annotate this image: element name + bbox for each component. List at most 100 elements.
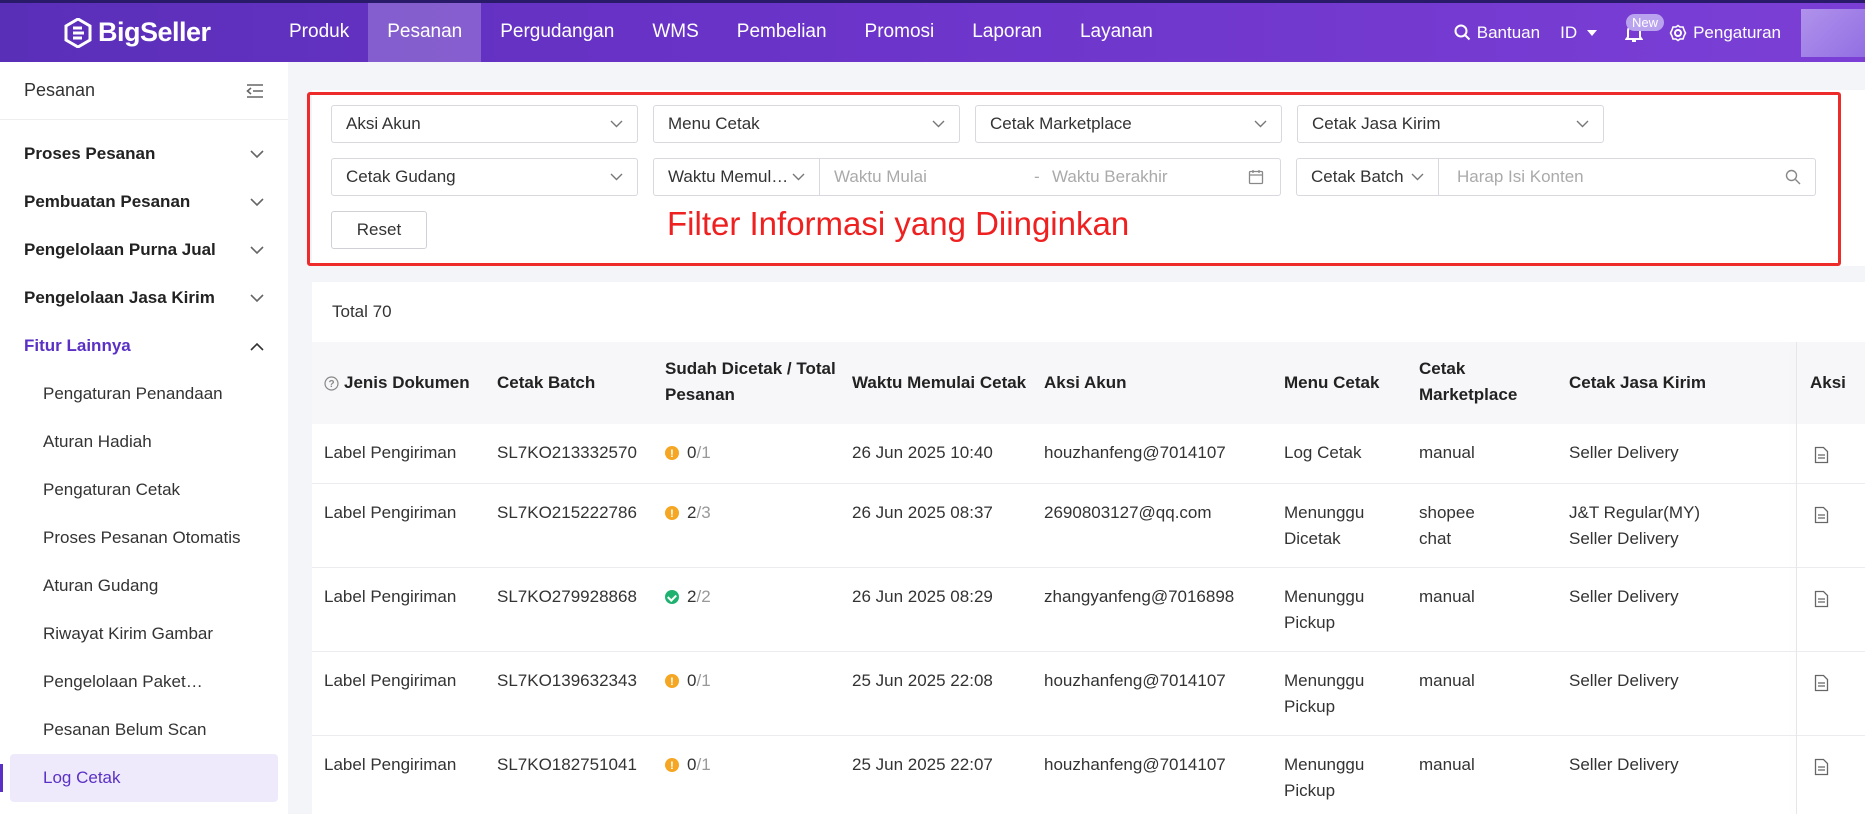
cell-akun: zhangyanfeng@7016898	[1044, 587, 1235, 606]
sidebar-item-pesanan-belum-scan[interactable]: Pesanan Belum Scan	[0, 706, 288, 754]
annotation-text: Filter Informasi yang Diinginkan	[667, 205, 1130, 242]
total-count-cell: /1	[696, 443, 711, 462]
help-circle-icon[interactable]: ?	[324, 375, 339, 391]
warning-status-icon	[665, 441, 679, 467]
th-label: Jenis Dokumen	[344, 373, 470, 392]
nav-promosi[interactable]: Promosi	[846, 3, 954, 62]
sidebar-title: Pesanan	[24, 80, 96, 100]
sidebar: Pesanan Proses Pesanan Pembuatan Pesanan…	[0, 62, 288, 814]
cell-line: Pickup	[1284, 697, 1336, 716]
nav-pembelian[interactable]: Pembelian	[718, 3, 846, 62]
th-sudah-dicetak: Sudah Dicetak / Total Pesanan	[665, 356, 836, 408]
sidebar-group-pembuatan-pesanan[interactable]: Pembuatan Pesanan	[0, 178, 288, 226]
cell-line: chat	[1419, 529, 1452, 548]
sidebar-item-pengaturan-cetak[interactable]: Pengaturan Cetak	[0, 466, 288, 514]
nav-produk[interactable]: Produk	[270, 3, 368, 62]
document-icon[interactable]	[1814, 674, 1829, 692]
nav-pesanan[interactable]: Pesanan	[368, 3, 482, 62]
cell-doc: Label Pengiriman	[324, 503, 457, 522]
total-count-cell: /1	[696, 755, 711, 774]
cell-menu: Menunggu Pickup	[1284, 584, 1364, 636]
cell-printed: 0/1	[665, 440, 711, 467]
cell-batch[interactable]: SL7KO215222786	[497, 500, 637, 526]
sidebar-group-purna-jual[interactable]: Pengelolaan Purna Jual	[0, 226, 288, 274]
cell-doc: Label Pengiriman	[324, 443, 457, 462]
nav-layanan[interactable]: Layanan	[1061, 3, 1172, 62]
brand-logo[interactable]: BigSeller	[64, 17, 211, 48]
avatar[interactable]	[1801, 8, 1865, 57]
settings-link[interactable]: Pengaturan	[1669, 23, 1781, 43]
cell-time: 25 Jun 2025 22:07	[852, 755, 993, 774]
total-count: Total 70	[332, 302, 392, 321]
cell-market: manual	[1419, 755, 1475, 774]
sidebar-item-pengelolaan-paket[interactable]: Pengelolaan Paket…	[0, 658, 288, 706]
sticky-column-divider	[1796, 342, 1797, 814]
cell-market: shopee chat	[1419, 500, 1475, 552]
help-label: Bantuan	[1476, 22, 1541, 42]
cell-batch[interactable]: SL7KO182751041	[497, 752, 637, 778]
cell-line: Menunggu	[1284, 587, 1365, 606]
cell-akun: houzhanfeng@7014107	[1044, 443, 1226, 462]
chevron-down-icon	[250, 293, 264, 302]
sidebar-item-proses-otomatis[interactable]: Proses Pesanan Otomatis	[0, 514, 288, 562]
th-jenis-dokumen: ? Jenis Dokumen	[324, 370, 470, 396]
chevron-down-icon	[250, 245, 264, 254]
cell-line: Menunggu	[1284, 671, 1365, 690]
cell-kirim: Seller Delivery	[1569, 443, 1679, 462]
cell-kirim: Seller Delivery	[1569, 755, 1679, 774]
nav-wms[interactable]: WMS	[633, 3, 717, 62]
document-icon[interactable]	[1814, 506, 1829, 524]
nav-pergudangan[interactable]: Pergudangan	[481, 3, 633, 62]
document-icon[interactable]	[1814, 758, 1829, 776]
bigseller-logo-icon	[64, 17, 92, 48]
collapse-menu-icon[interactable]	[246, 83, 264, 99]
language-select[interactable]: ID	[1560, 23, 1605, 43]
document-icon[interactable]	[1814, 446, 1829, 464]
sidebar-group-fitur-lainnya[interactable]: Fitur Lainnya	[0, 322, 288, 370]
cell-line: shopee	[1419, 503, 1475, 522]
sidebar-header: Pesanan	[0, 62, 288, 120]
cell-batch[interactable]: SL7KO279928868	[497, 584, 637, 610]
chevron-down-icon	[250, 149, 264, 158]
caret-down-icon	[1587, 29, 1598, 36]
sidebar-group-label: Pengelolaan Jasa Kirim	[24, 288, 215, 307]
cell-batch[interactable]: SL7KO139632343	[497, 668, 637, 694]
th-cetak-jasa-kirim: Cetak Jasa Kirim	[1569, 373, 1707, 392]
th-line: Sudah Dicetak / Total	[665, 359, 836, 378]
total-count-cell: /3	[696, 503, 711, 522]
check-circle-icon	[665, 590, 679, 604]
table-row	[312, 568, 1865, 652]
language-label: ID	[1560, 22, 1578, 42]
cell-menu: Menunggu Pickup	[1284, 668, 1364, 720]
document-icon[interactable]	[1814, 590, 1829, 608]
sidebar-item-aturan-gudang[interactable]: Aturan Gudang	[0, 562, 288, 610]
sidebar-item-log-cetak[interactable]: Log Cetak	[0, 754, 278, 802]
cell-market: manual	[1419, 671, 1475, 690]
cell-time: 26 Jun 2025 08:29	[852, 587, 993, 606]
sidebar-group-proses-pesanan[interactable]: Proses Pesanan	[0, 130, 288, 178]
cell-printed: 0/1	[665, 752, 711, 779]
sidebar-item-riwayat-kirim-gambar[interactable]: Riwayat Kirim Gambar	[0, 610, 288, 658]
sidebar-group-label: Fitur Lainnya	[24, 336, 131, 355]
cell-menu: Log Cetak	[1284, 443, 1362, 462]
cell-time: 25 Jun 2025 22:08	[852, 671, 993, 690]
nav-laporan[interactable]: Laporan	[953, 3, 1061, 62]
th-cetak-batch: Cetak Batch	[497, 373, 596, 392]
cell-market: manual	[1419, 443, 1475, 462]
sidebar-item-pengaturan-penandaan[interactable]: Pengaturan Penandaan	[0, 370, 288, 418]
cell-line: Pickup	[1284, 781, 1336, 800]
total-count-cell: /2	[696, 587, 711, 606]
help-link[interactable]: Bantuan	[1454, 23, 1540, 43]
sidebar-group-jasa-kirim[interactable]: Pengelolaan Jasa Kirim	[0, 274, 288, 322]
main-nav: Produk Pesanan Pergudangan WMS Pembelian…	[270, 3, 1172, 62]
sidebar-item-aturan-hadiah[interactable]: Aturan Hadiah	[0, 418, 288, 466]
total-count-cell: /1	[696, 671, 711, 690]
th-line: Cetak	[1419, 359, 1466, 378]
cell-batch[interactable]: SL7KO213332570	[497, 440, 637, 466]
new-badge: New	[1626, 14, 1665, 31]
cell-line: J&T Regular(MY)	[1569, 503, 1700, 522]
cell-akun: 2690803127@qq.com	[1044, 503, 1212, 522]
cell-kirim: Seller Delivery	[1569, 587, 1679, 606]
cell-line: Menunggu	[1284, 755, 1365, 774]
svg-text:?: ?	[328, 379, 334, 390]
